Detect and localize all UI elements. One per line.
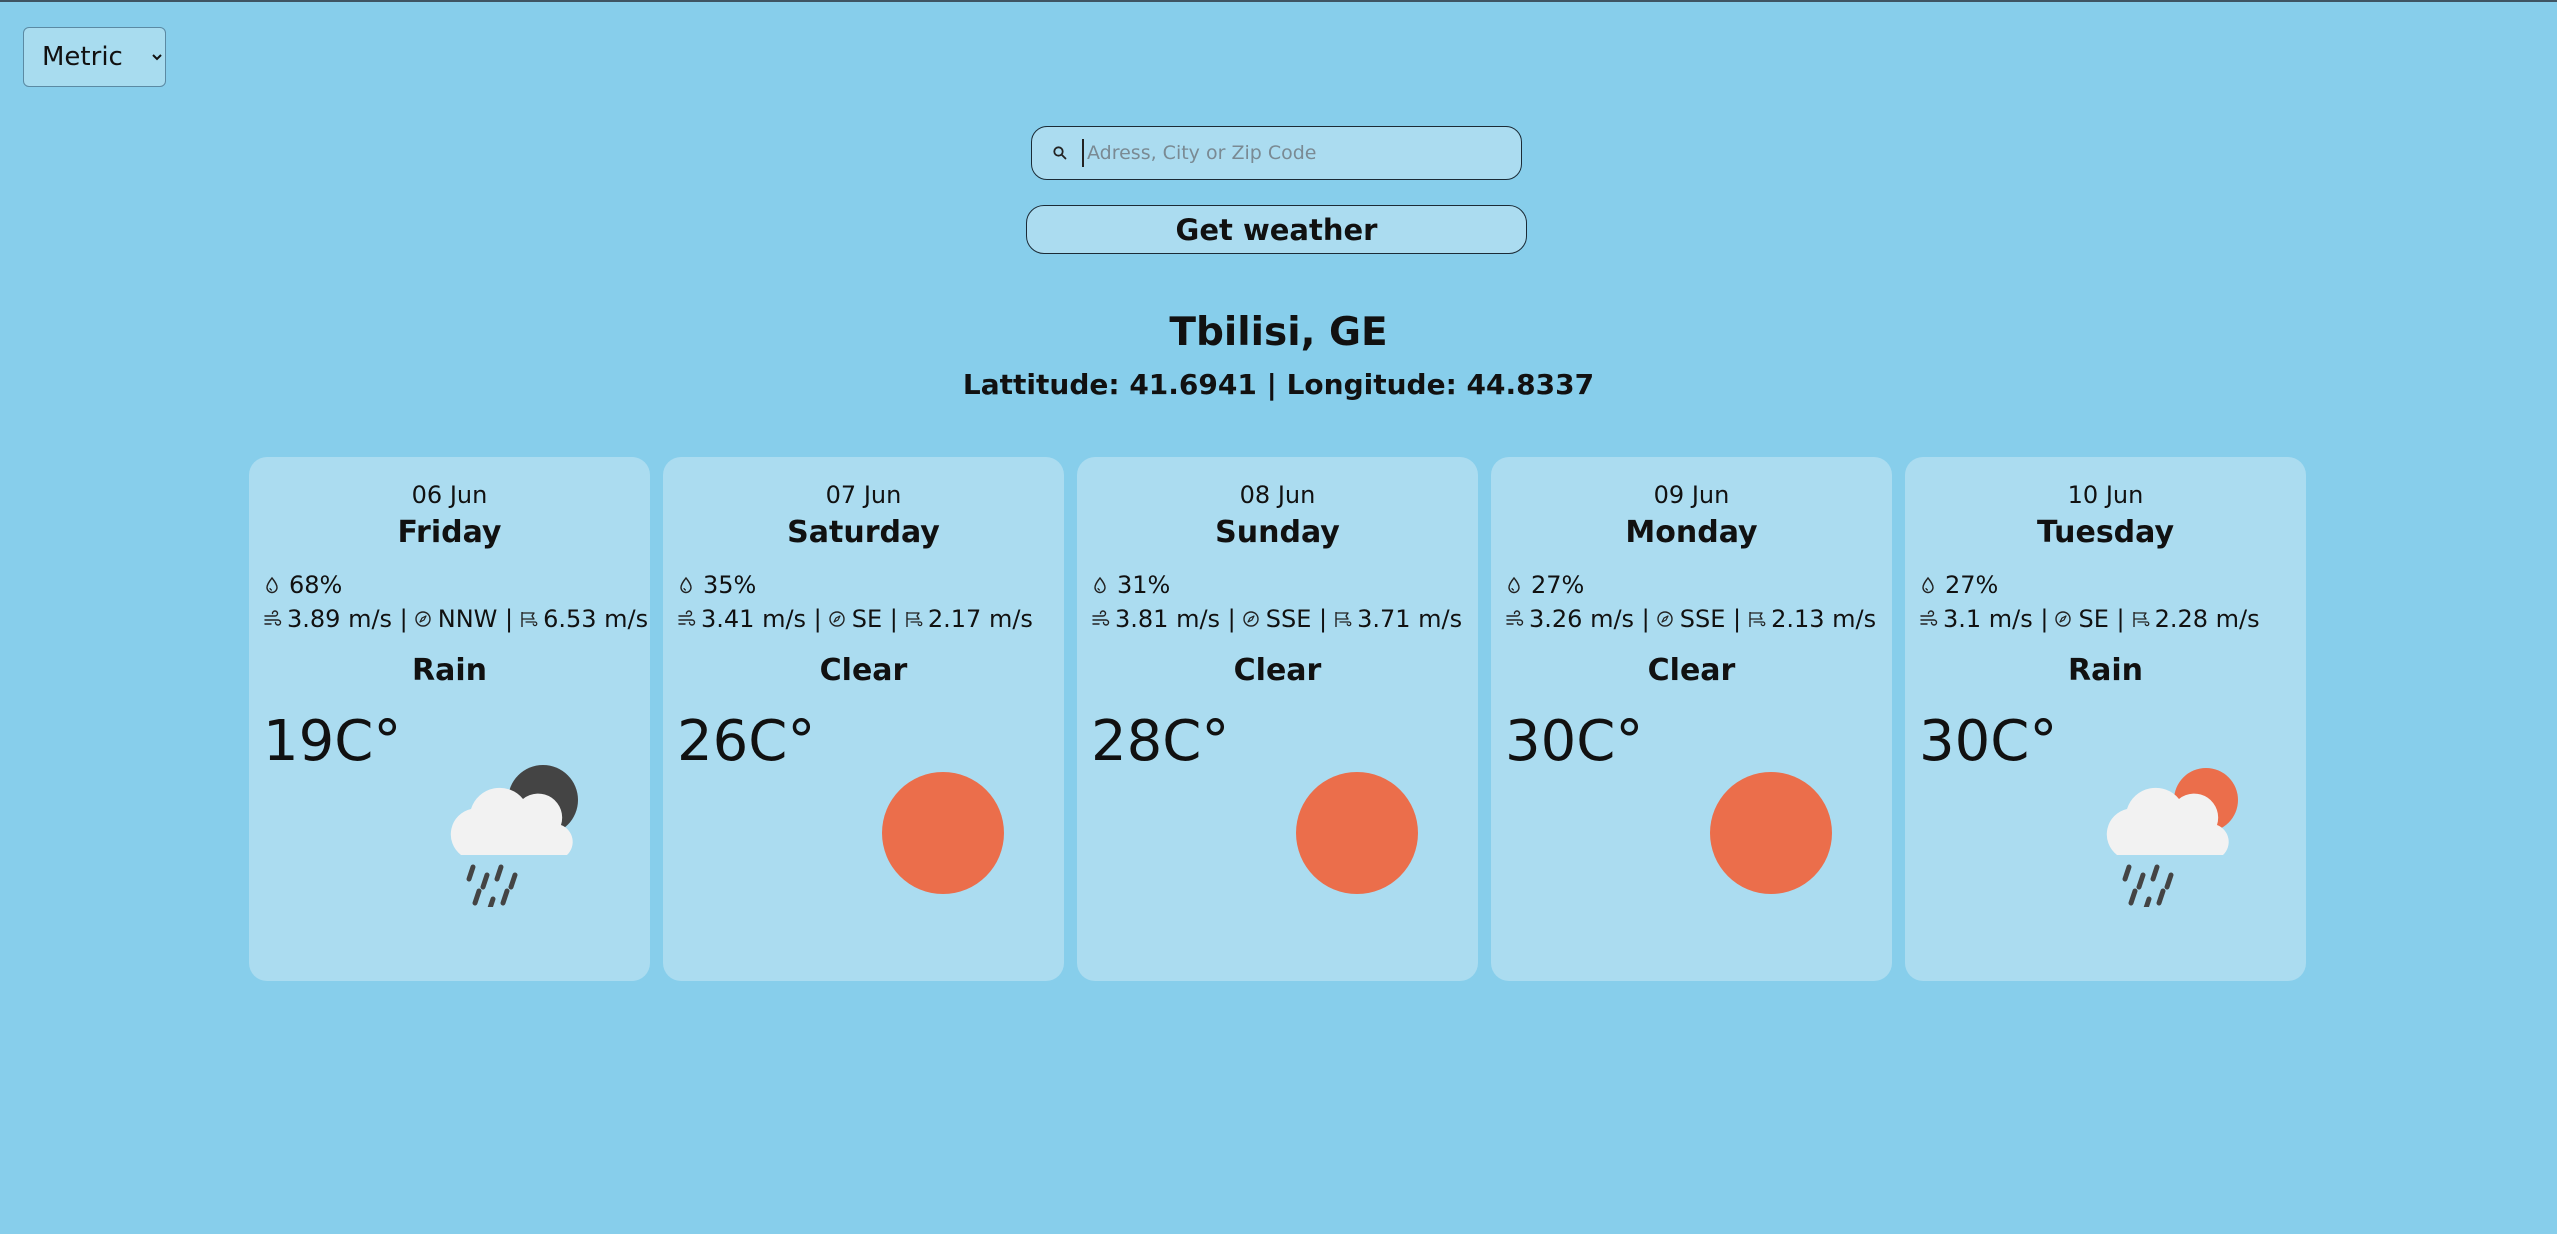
forecast-temperature: 28C° <box>1091 709 1230 774</box>
wind-row: 3.26 m/s | SSE | 2.13 m/s <box>1505 605 1876 633</box>
humidity-icon <box>1091 576 1109 594</box>
compass-icon <box>1656 610 1674 628</box>
wind-row: 3.89 m/s | NNW | 6.53 m/s <box>263 605 648 633</box>
forecast-day: Tuesday <box>2036 515 2175 550</box>
rain-moon-icon <box>439 757 599 914</box>
humidity-row: 68% <box>263 571 342 599</box>
gust-icon <box>904 610 923 628</box>
humidity-row: 31% <box>1091 571 1170 599</box>
wind-row: 3.81 m/s | SSE | 3.71 m/s <box>1091 605 1462 633</box>
wind-gust: 3.71 m/s <box>1357 605 1463 633</box>
forecast-date: 06 Jun <box>411 481 488 509</box>
wind-row: 3.41 m/s | SE | 2.17 m/s <box>677 605 1033 633</box>
humidity-value: 35% <box>703 571 757 599</box>
humidity-row: 27% <box>1505 571 1584 599</box>
gust-icon <box>519 610 538 628</box>
window-top-border <box>0 0 2557 2</box>
search-icon <box>1052 145 1068 161</box>
forecast-day: Friday <box>397 515 502 550</box>
wind-icon <box>677 610 696 628</box>
sun-icon <box>853 757 1013 907</box>
wind-direction: SE | <box>851 605 898 633</box>
search-input[interactable] <box>1082 139 1489 167</box>
forecast-date: 09 Jun <box>1653 481 1730 509</box>
wind-direction: SSE | <box>1679 605 1742 633</box>
forecast-day: Sunday <box>1215 515 1340 550</box>
humidity-row: 27% <box>1919 571 1998 599</box>
wind-icon <box>1505 610 1524 628</box>
sun-icon <box>1267 757 1427 907</box>
forecast-card: 06 Jun Friday 68% 3.89 m/s | NNW | 6.53 … <box>249 457 650 981</box>
units-select[interactable]: Metric <box>23 27 166 87</box>
rain-sun-icon <box>2095 757 2255 914</box>
forecast-date: 08 Jun <box>1239 481 1316 509</box>
forecast-temperature: 26C° <box>677 709 816 774</box>
wind-gust: 2.28 m/s <box>2154 605 2260 633</box>
forecast-cards: 06 Jun Friday 68% 3.89 m/s | NNW | 6.53 … <box>249 457 2306 981</box>
forecast-day: Monday <box>1625 515 1758 550</box>
forecast-temperature: 30C° <box>1505 709 1644 774</box>
forecast-temperature: 30C° <box>1919 709 2058 774</box>
forecast-card: 07 Jun Saturday 35% 3.41 m/s | SE | 2.17… <box>663 457 1064 981</box>
humidity-row: 35% <box>677 571 756 599</box>
forecast-condition: Rain <box>2068 653 2143 688</box>
compass-icon <box>828 610 846 628</box>
location-coordinates: Lattitude: 41.6941 | Longitude: 44.8337 <box>962 368 1595 401</box>
gust-icon <box>1333 610 1352 628</box>
forecast-date: 07 Jun <box>825 481 902 509</box>
humidity-icon <box>1505 576 1523 594</box>
humidity-icon <box>263 576 281 594</box>
humidity-value: 31% <box>1117 571 1171 599</box>
forecast-condition: Rain <box>412 653 487 688</box>
forecast-condition: Clear <box>819 653 908 688</box>
forecast-card: 09 Jun Monday 27% 3.26 m/s | SSE | 2.13 … <box>1491 457 1892 981</box>
sun-icon <box>1681 757 1841 907</box>
gust-icon <box>2131 610 2149 628</box>
humidity-value: 27% <box>1945 571 1999 599</box>
get-weather-button[interactable]: Get weather <box>1026 205 1527 254</box>
location-title: Tbilisi, GE <box>1169 310 1388 355</box>
forecast-card: 08 Jun Sunday 31% 3.81 m/s | SSE | 3.71 … <box>1077 457 1478 981</box>
compass-icon <box>414 610 432 628</box>
wind-icon <box>263 610 282 628</box>
humidity-icon <box>1919 576 1937 594</box>
gust-icon <box>1747 610 1766 628</box>
wind-speed: 3.81 m/s | <box>1115 605 1236 633</box>
wind-direction: SSE | <box>1265 605 1328 633</box>
wind-speed: 3.41 m/s | <box>701 605 822 633</box>
wind-icon <box>1919 610 1938 628</box>
forecast-temperature: 19C° <box>263 709 402 774</box>
wind-row: 3.1 m/s | SE | 2.28 m/s <box>1919 605 2260 633</box>
forecast-condition: Clear <box>1647 653 1736 688</box>
compass-icon <box>2054 610 2072 628</box>
wind-speed: 3.1 m/s | <box>1943 605 2049 633</box>
wind-speed: 3.89 m/s | <box>287 605 408 633</box>
wind-direction: NNW | <box>437 605 514 633</box>
wind-gust: 6.53 m/s <box>543 605 649 633</box>
forecast-day: Saturday <box>787 515 940 550</box>
compass-icon <box>1242 610 1260 628</box>
wind-direction: SE | <box>2078 605 2125 633</box>
forecast-card: 10 Jun Tuesday 27% 3.1 m/s | SE | 2.28 m… <box>1905 457 2306 981</box>
wind-gust: 2.13 m/s <box>1771 605 1877 633</box>
forecast-date: 10 Jun <box>2067 481 2144 509</box>
forecast-condition: Clear <box>1233 653 1322 688</box>
humidity-value: 27% <box>1531 571 1585 599</box>
wind-speed: 3.26 m/s | <box>1529 605 1650 633</box>
wind-icon <box>1091 610 1110 628</box>
search-bar[interactable] <box>1031 126 1522 180</box>
humidity-value: 68% <box>289 571 343 599</box>
wind-gust: 2.17 m/s <box>927 605 1033 633</box>
humidity-icon <box>677 576 695 594</box>
